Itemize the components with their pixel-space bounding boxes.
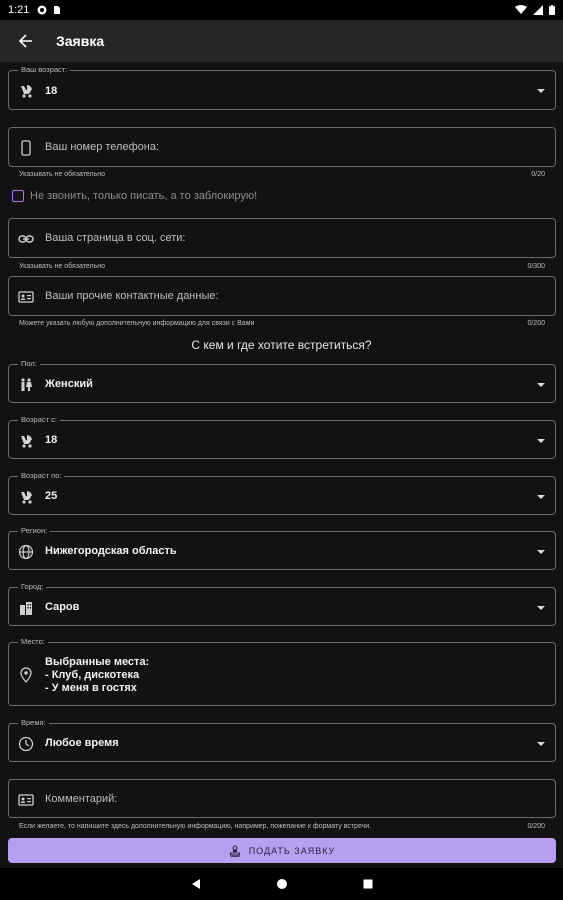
- nav-home-icon[interactable]: [276, 878, 288, 890]
- comment-placeholder: Комментарий:: [45, 793, 118, 805]
- dropdown-arrow-icon: [537, 742, 545, 746]
- place-label: Место:: [18, 637, 48, 647]
- other-contacts-counter: 0/200: [527, 320, 545, 327]
- social-helper: Указывать не обязательно: [19, 263, 106, 270]
- app-notification-icon: [37, 5, 47, 15]
- age-from-value: 18: [45, 434, 58, 446]
- place-line-item: - У меня в гостях: [45, 682, 137, 694]
- smartphone-icon: [21, 140, 31, 156]
- globe-icon: [18, 544, 34, 560]
- dropdown-arrow-icon: [537, 495, 545, 499]
- region-label: Регион:: [18, 526, 51, 536]
- age-to-select[interactable]: Возраст по: 25: [8, 471, 556, 515]
- age-from-label: Возраст с:: [18, 415, 60, 425]
- region-value: Нижегородская область: [45, 545, 177, 557]
- submit-stamp-icon: [229, 844, 240, 857]
- no-call-label: Не звонить, только писать, а то заблокир…: [30, 190, 258, 202]
- age-to-label: Возраст по:: [18, 471, 65, 481]
- page-title: Заявка: [56, 33, 105, 49]
- stroller-icon: [21, 85, 32, 98]
- clock-icon: [18, 736, 34, 752]
- comment-field[interactable]: Комментарий:: [8, 779, 556, 818]
- city-value: Саров: [45, 601, 80, 613]
- age-label: Ваш возраст:: [18, 65, 71, 75]
- phone-counter: 0/20: [531, 171, 545, 178]
- place-line-item: - Клуб, дискотека: [45, 669, 140, 681]
- no-call-checkbox-row[interactable]: Не звонить, только писать, а то заблокир…: [12, 190, 257, 202]
- age-to-value: 25: [45, 490, 58, 502]
- dropdown-arrow-icon: [537, 89, 545, 93]
- contact-card-icon: [18, 794, 34, 806]
- city-buildings-icon: [20, 602, 32, 615]
- back-arrow-icon[interactable]: [16, 31, 36, 51]
- stroller-icon: [21, 435, 32, 448]
- time-select[interactable]: Время: Любое время: [8, 718, 556, 762]
- stroller-icon: [21, 491, 32, 504]
- comment-counter: 0/200: [527, 823, 545, 830]
- status-time: 1:21: [8, 4, 30, 16]
- comment-helper: Если желаете, то напишите здесь дополнит…: [19, 823, 372, 830]
- social-page-field[interactable]: Ваша страница в соц. сети:: [8, 218, 556, 258]
- nav-back-icon[interactable]: [190, 878, 202, 890]
- section-title: С кем и где хотите встретиться?: [191, 338, 372, 352]
- place-line-header: Выбранные места:: [45, 656, 150, 668]
- phone-placeholder: Ваш номер телефона:: [45, 141, 160, 153]
- region-select[interactable]: Регион: Нижегородская область: [8, 526, 556, 570]
- phone-field[interactable]: Ваш номер телефона:: [8, 127, 556, 167]
- dropdown-arrow-icon: [537, 550, 545, 554]
- no-call-checkbox[interactable]: [12, 190, 24, 202]
- city-select[interactable]: Город: Саров: [8, 582, 556, 626]
- age-from-select[interactable]: Возраст с: 18: [8, 415, 556, 459]
- contact-card-icon: [18, 291, 34, 303]
- place-select[interactable]: Место: Выбранные места: - Клуб, дискотек…: [8, 637, 556, 706]
- age-value: 18: [45, 85, 58, 97]
- wifi-icon: [515, 5, 527, 14]
- dropdown-arrow-icon: [537, 439, 545, 443]
- dropdown-arrow-icon: [537, 383, 545, 387]
- social-placeholder: Ваша страница в соц. сети:: [45, 232, 186, 244]
- other-contacts-helper: Можете указать любую дополнительную инфо…: [19, 320, 255, 327]
- submit-label: ПОДАТЬ ЗАЯВКУ: [248, 845, 336, 856]
- social-counter: 0/300: [527, 263, 545, 270]
- app-bar: Заявка: [0, 20, 563, 62]
- link-icon: [18, 235, 34, 243]
- city-label: Город:: [18, 582, 47, 592]
- sim-card-icon: [54, 6, 61, 14]
- location-pin-icon: [20, 667, 32, 683]
- age-select[interactable]: Ваш возраст: 18: [8, 65, 556, 110]
- system-nav-bar: [0, 868, 563, 900]
- time-label: Время:: [18, 718, 49, 728]
- gender-label: Пол:: [18, 359, 40, 369]
- gender-value: Женский: [45, 378, 93, 390]
- signal-icon: [533, 5, 543, 15]
- dropdown-arrow-icon: [537, 606, 545, 610]
- submit-button[interactable]: ПОДАТЬ ЗАЯВКУ: [8, 838, 556, 863]
- other-contacts-field[interactable]: Ваши прочие контактные данные:: [8, 276, 556, 316]
- status-bar: 1:21: [0, 0, 563, 20]
- battery-icon: [549, 5, 555, 15]
- gender-select[interactable]: Пол: Женский: [8, 359, 556, 403]
- nav-recents-icon[interactable]: [362, 878, 374, 890]
- other-contacts-placeholder: Ваши прочие контактные данные:: [45, 290, 219, 302]
- time-value: Любое время: [45, 737, 119, 749]
- people-icon: [21, 378, 32, 391]
- phone-helper: Указывать не обязательно: [19, 171, 106, 178]
